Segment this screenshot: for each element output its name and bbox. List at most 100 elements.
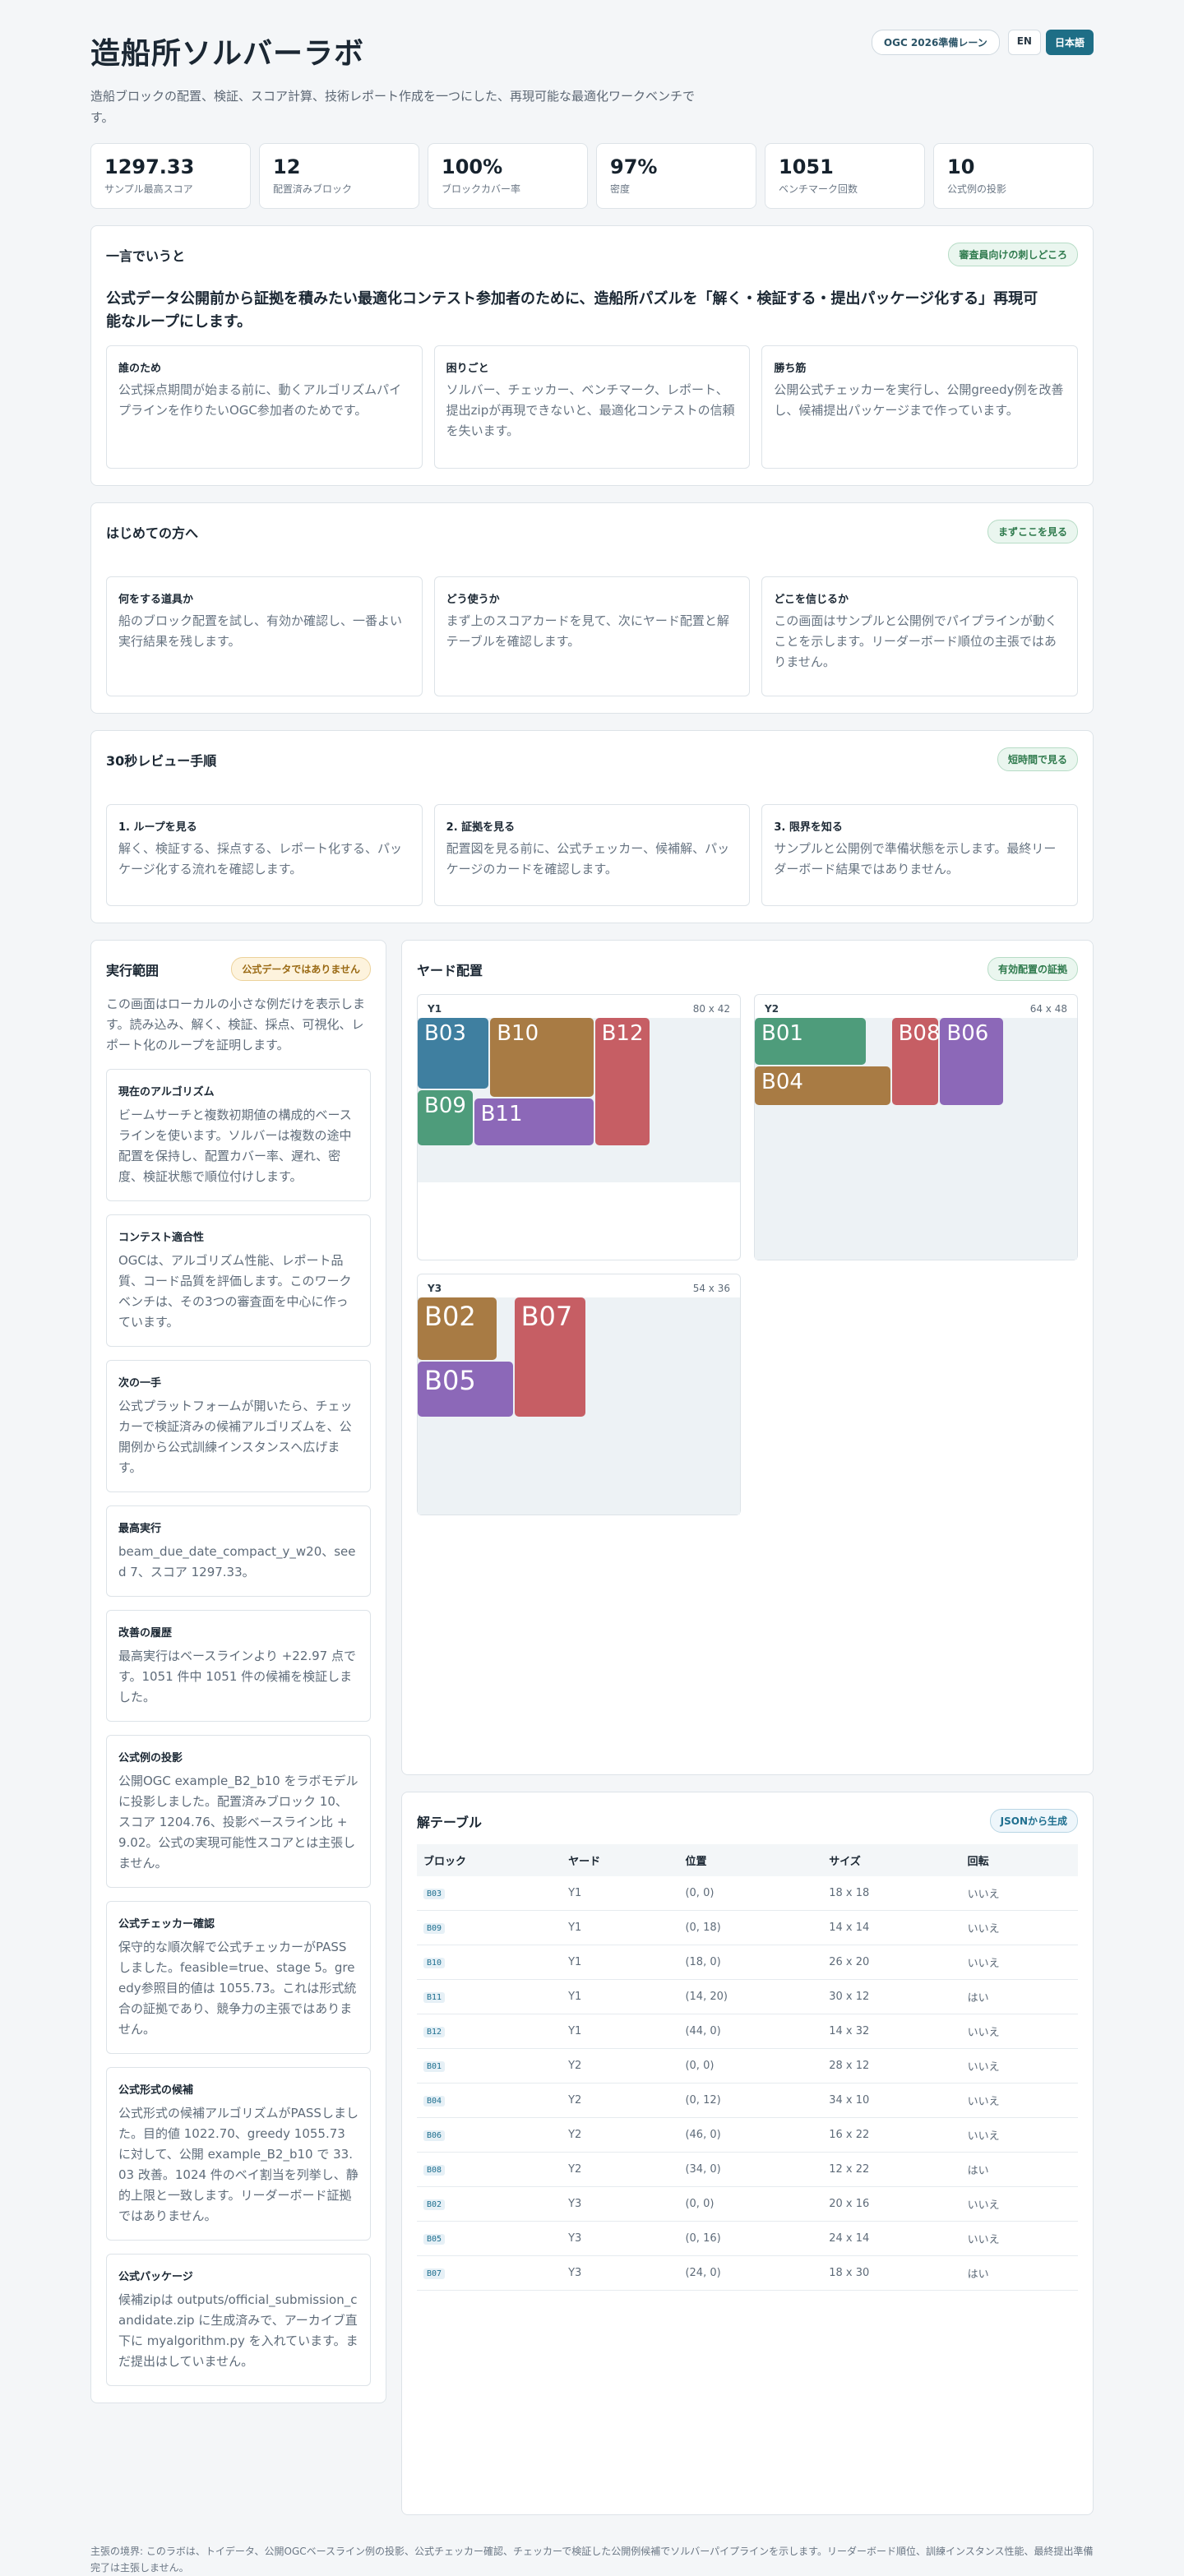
block-id-chip: B10 xyxy=(423,1958,446,1968)
table-row[interactable]: B02 Y3 (0, 0) 20 x 16 いいえ xyxy=(417,2186,1078,2222)
summary-tile: 誰のため 公式採点期間が始まる前に、動くアルゴリズムパイプラインを作りたいOGC参… xyxy=(106,345,423,469)
block-b08[interactable]: B08 xyxy=(891,1018,941,1105)
column-header[interactable]: 位置 xyxy=(678,1844,823,1876)
stat-card: 100% ブロックカバー率 xyxy=(428,143,588,209)
language-switch: EN 日本語 xyxy=(1007,30,1094,55)
scope-item: 最高実行 beam_due_date_compact_y_w20、seed 7、ス… xyxy=(106,1505,371,1597)
yard-title: ヤード配置 xyxy=(417,962,483,978)
table-cell: B08 xyxy=(417,2152,562,2187)
table-row[interactable]: B12 Y1 (44, 0) 14 x 32 いいえ xyxy=(417,2014,1078,2049)
table-cell: (44, 0) xyxy=(678,2014,823,2049)
table-cell: いいえ xyxy=(960,1910,1078,1945)
page-title: 造船所ソルバーラボ xyxy=(90,37,365,71)
table-row[interactable]: B06 Y2 (46, 0) 16 x 22 いいえ xyxy=(417,2117,1078,2153)
stat-label: ベンチマーク回数 xyxy=(779,183,858,195)
table-cell: 18 x 18 xyxy=(822,1876,961,1911)
table-title: 解テーブル xyxy=(417,1814,483,1830)
scope-item: 公式チェッカー確認保守的な順次解で公式チェッカーがPASSしました。feasib… xyxy=(106,1901,371,2054)
yard-area: B02 B05 B07 xyxy=(418,1297,740,1515)
table-cell: Y3 xyxy=(562,2221,679,2256)
table-row[interactable]: B09 Y1 (0, 18) 14 x 14 いいえ xyxy=(417,1910,1078,1945)
column-header[interactable]: ヤード xyxy=(562,1844,679,1876)
block-b05[interactable]: B05 xyxy=(418,1362,513,1417)
scope-item: 改善の履歴 最高実行はベースラインより +22.97 点です。1051 件中 10… xyxy=(106,1610,371,1722)
table-cell: 34 x 10 xyxy=(822,2083,961,2118)
intro-card: はじめての方へ まずここを見る 何をする道具か 船のブロック配置を試し、有効か確認… xyxy=(90,502,1094,714)
yard-area: B01 B04 B08 B06 xyxy=(755,1018,1077,1260)
summary-lead: 公式データ公開前から証拠を積みたい最適化コンテスト参加者のために、造船所パズルを… xyxy=(106,290,1038,331)
lang-ja-button[interactable]: 日本語 xyxy=(1045,30,1094,55)
table-cell: 28 x 12 xyxy=(822,2048,961,2083)
block-id-chip: B02 xyxy=(423,2199,446,2210)
table-row[interactable]: B07 Y3 (24, 0) 18 x 30 はい xyxy=(417,2255,1078,2291)
block-b11[interactable]: B11 xyxy=(474,1098,594,1145)
table-cell: 14 x 14 xyxy=(822,1910,961,1945)
tile-text: 解く、検証する、採点する、レポート化する、パッケージ化する流れを確認します。 xyxy=(118,841,403,876)
table-row[interactable]: B08 Y2 (34, 0) 12 x 22 はい xyxy=(417,2152,1078,2187)
tile-text: この画面はサンプルと公開例でパイプラインが動くことを示します。リーダーボード順位… xyxy=(774,613,1057,669)
block-b07[interactable]: B07 xyxy=(514,1297,585,1417)
table-row[interactable]: B03 Y1 (0, 0) 18 x 18 いいえ xyxy=(417,1876,1078,1911)
yard-dims: 54 x 36 xyxy=(692,1283,730,1294)
block-b06[interactable]: B06 xyxy=(940,1018,1003,1105)
block-b03[interactable]: B03 xyxy=(418,1018,489,1089)
table-row[interactable]: B04 Y2 (0, 12) 34 x 10 いいえ xyxy=(417,2083,1078,2118)
yard-tag: 有効配置の証拠 xyxy=(987,957,1078,981)
block-id-chip: B11 xyxy=(423,1992,446,2003)
table-cell: Y2 xyxy=(562,2152,679,2187)
yard-dims: 64 x 48 xyxy=(1029,1003,1067,1015)
scope-item: 現在のアルゴリズム ビームサーチと複数初期値の構成的ベースラインを使います。ソルバ… xyxy=(106,1069,371,1201)
scope-item-text: OGCは、アルゴリズム性能、レポート品質、コード品質を評価します。このワークベン… xyxy=(118,1253,352,1330)
column-header[interactable]: 回転 xyxy=(960,1844,1078,1876)
table-row[interactable]: B01 Y2 (0, 0) 28 x 12 いいえ xyxy=(417,2048,1078,2083)
block-id-chip: B04 xyxy=(423,2096,446,2107)
yard-y2: Y2 64 x 48 B01 B04 B08 B06 xyxy=(754,994,1078,1260)
stat-card: 1297.33 サンプル最高スコア xyxy=(90,143,251,209)
block-b02[interactable]: B02 xyxy=(418,1297,497,1361)
column-header[interactable]: サイズ xyxy=(822,1844,961,1876)
block-id-chip: B08 xyxy=(423,2165,446,2176)
table-cell: B11 xyxy=(417,1979,562,2014)
table-cell: 12 x 22 xyxy=(822,2152,961,2187)
table-cell: いいえ xyxy=(960,2048,1078,2083)
scope-item-title: 公式チェッカー確認 xyxy=(118,1918,215,1931)
scope-item-text: 保守的な順次解で公式チェッカーがPASSしました。feasible=true、s… xyxy=(118,1940,357,2037)
block-b12[interactable]: B12 xyxy=(594,1018,650,1145)
table-cell: いいえ xyxy=(960,2117,1078,2153)
tile-title: 勝ち筋 xyxy=(774,363,807,375)
stat-label: ブロックカバー率 xyxy=(442,183,521,195)
tile-title: 何をする道具か xyxy=(118,594,194,606)
block-b04[interactable]: B04 xyxy=(755,1066,890,1105)
review-title: 30秒レビュー手順 xyxy=(106,752,217,769)
summary-tile: 困りごと ソルバー、チェッカー、ベンチマーク、レポート、提出zipが再現できないと… xyxy=(433,345,751,469)
stat-card: 1051 ベンチマーク回数 xyxy=(765,143,925,209)
scope-title: 実行範囲 xyxy=(106,962,160,978)
table-cell: Y1 xyxy=(562,1876,679,1911)
table-row[interactable]: B05 Y3 (0, 16) 24 x 14 いいえ xyxy=(417,2221,1078,2256)
scope-item-text: 公式形式の候補アルゴリズムがPASSしました。目的値 1022.70、greed… xyxy=(118,2106,358,2223)
lang-en-button[interactable]: EN xyxy=(1007,30,1041,55)
table-row[interactable]: B10 Y1 (18, 0) 26 x 20 いいえ xyxy=(417,1945,1078,1980)
table-cell: 20 x 16 xyxy=(822,2186,961,2222)
stat-label: 公式例の投影 xyxy=(947,183,1007,195)
table-cell: B06 xyxy=(417,2117,562,2153)
block-b01[interactable]: B01 xyxy=(755,1018,867,1065)
review-card: 30秒レビュー手順 短時間で見る 1. ループを見る 解く、検証する、採点する、レ… xyxy=(90,730,1094,923)
table-tag: JSONから生成 xyxy=(989,1809,1078,1833)
table-cell: (0, 0) xyxy=(678,2048,823,2083)
tile-title: 3. 限界を知る xyxy=(774,821,843,834)
scope-panel: 実行範囲 公式データではありません この画面はローカルの小さな例だけを表示します… xyxy=(90,940,386,2403)
table-row[interactable]: B11 Y1 (14, 20) 30 x 12 はい xyxy=(417,1979,1078,2014)
block-b09[interactable]: B09 xyxy=(418,1090,473,1145)
solution-table: ブロック ヤード 位置 サイズ 回転 B03 Y1 (0, 0) 18 x 18 いいえ B09 Y… xyxy=(417,1844,1078,2291)
column-header[interactable]: ブロック xyxy=(417,1844,562,1876)
tile-text: ソルバー、チェッカー、ベンチマーク、レポート、提出zipが再現できないと、最適化… xyxy=(446,382,735,438)
scope-item-title: 改善の履歴 xyxy=(118,1627,173,1639)
block-b10[interactable]: B10 xyxy=(490,1018,594,1097)
table-cell: いいえ xyxy=(960,2083,1078,2118)
scope-item-title: 公式パッケージ xyxy=(118,2271,193,2283)
scope-item-text: 公式プラットフォームが開いたら、チェッカーで検証済みの候補アルゴリズムを、公開例… xyxy=(118,1399,353,1475)
table-cell: 24 x 14 xyxy=(822,2221,961,2256)
stat-value: 100% xyxy=(442,155,503,178)
table-cell: いいえ xyxy=(960,2221,1078,2256)
